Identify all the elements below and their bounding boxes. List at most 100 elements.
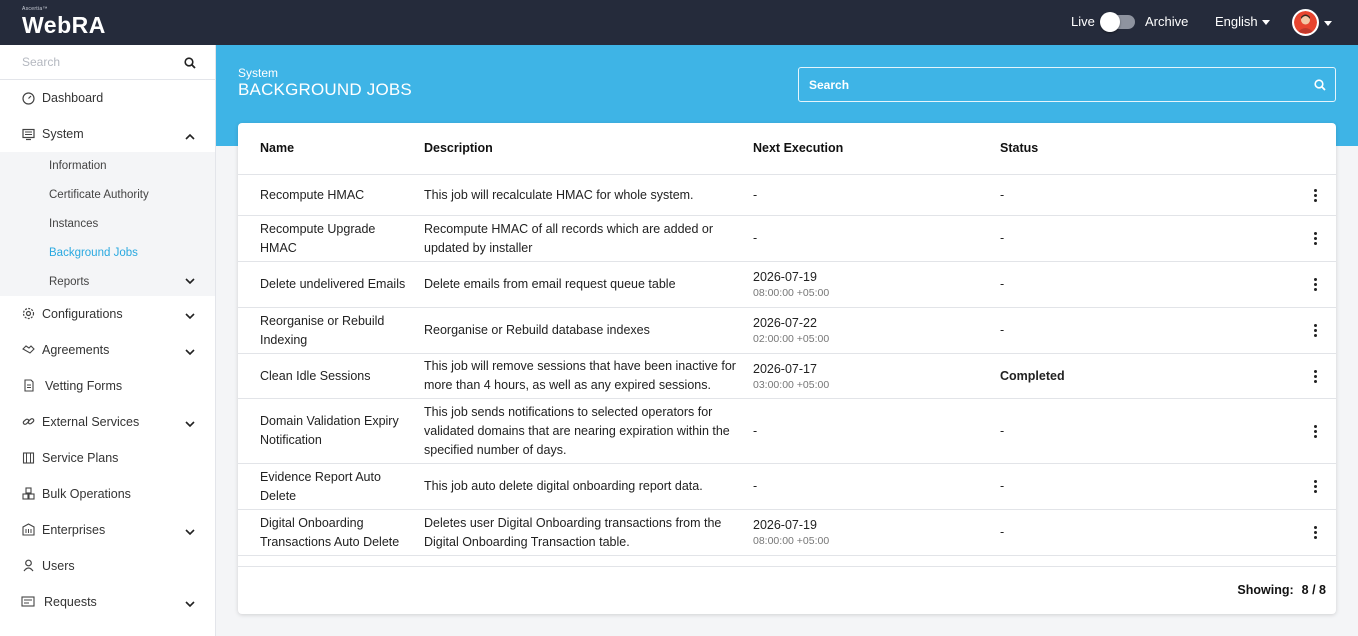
column-header-description[interactable]: Description [424, 141, 493, 155]
handshake-icon [21, 343, 35, 357]
live-archive-toggle[interactable] [1100, 12, 1135, 32]
sidebar-subitem-label: Certificate Authority [49, 189, 149, 202]
sidebar-item-label: Agreements [42, 342, 110, 357]
link-icon [21, 415, 35, 429]
next-execution: - [753, 216, 983, 261]
chevron-down-icon [185, 417, 195, 431]
job-name: Domain Validation Expiry Notification [260, 414, 399, 447]
job-name: Recompute HMAC [260, 187, 365, 202]
showing-count: 8 / 8 [1301, 583, 1326, 597]
chevron-down-icon [185, 345, 195, 359]
sidebar-subitem-label: Reports [49, 275, 90, 288]
row-actions-menu-icon[interactable] [1311, 354, 1319, 398]
sidebar-item-agreements[interactable]: Agreements [0, 332, 215, 368]
sidebar-subitem-label: Information [49, 160, 107, 173]
sidebar-subitem-label: Instances [49, 217, 99, 230]
row-actions-menu-icon[interactable] [1311, 175, 1319, 215]
breadcrumb[interactable]: System [238, 66, 278, 80]
system-icon [21, 127, 35, 141]
next-execution-date: 2026-07-22 [753, 316, 817, 330]
bulk-icon [21, 487, 35, 501]
sidebar-item-label: Configurations [42, 306, 123, 321]
job-description: Reorganise or Rebuild database indexes [424, 323, 650, 337]
table-row[interactable]: Evidence Report Auto Delete This job aut… [238, 464, 1336, 510]
sidebar-item-configurations[interactable]: Configurations [0, 296, 215, 332]
table-row[interactable]: Clean Idle Sessions This job will remove… [238, 354, 1336, 399]
job-name: Delete undelivered Emails [260, 277, 406, 291]
sidebar-subitem-reports[interactable]: Reports [0, 267, 215, 296]
sidebar-item-label: Enterprises [42, 522, 106, 537]
column-header-status[interactable]: Status [1000, 141, 1038, 155]
building-icon [21, 523, 35, 537]
sidebar-search-input[interactable] [0, 45, 170, 79]
system-submenu: Information Certificate Authority Instan… [0, 152, 215, 296]
row-actions-menu-icon[interactable] [1311, 464, 1319, 509]
search-input[interactable] [799, 68, 1289, 101]
sidebar-item-label: Bulk Operations [42, 486, 131, 501]
sidebar-item-label: System [42, 127, 84, 141]
page-title: BACKGROUND JOBS [238, 80, 412, 99]
sidebar-item-label: Dashboard [42, 91, 104, 105]
row-actions-menu-icon[interactable] [1311, 262, 1319, 307]
next-execution-date: - [753, 479, 758, 493]
search-icon[interactable] [1314, 78, 1326, 96]
table-header: Name Description Next Execution Status [238, 123, 1336, 175]
chevron-down-icon [185, 525, 195, 539]
archive-label: Archive [1145, 14, 1189, 29]
sidebar-item-service-plans[interactable]: Service Plans [0, 440, 215, 476]
chevron-down-icon [1261, 20, 1270, 25]
job-name: Recompute Upgrade HMAC [260, 221, 376, 255]
column-header-name[interactable]: Name [260, 141, 294, 155]
sidebar-item-label: External Services [42, 414, 140, 429]
sidebar-subitem-information[interactable]: Information [0, 152, 215, 181]
job-status: - [1000, 231, 1005, 245]
job-status: - [1000, 323, 1005, 337]
table-row[interactable]: Digital Onboarding Transactions Auto Del… [238, 510, 1336, 556]
main-content: System BACKGROUND JOBS Name Description … [216, 45, 1358, 636]
sidebar-subitem-certificate-authority[interactable]: Certificate Authority [0, 181, 215, 210]
next-execution-date: - [753, 231, 758, 245]
table-footer: Showing: 8 / 8 [238, 566, 1336, 614]
table-row[interactable]: Domain Validation Expiry Notification Th… [238, 399, 1336, 464]
sidebar-item-vetting-forms[interactable]: Vetting Forms [0, 368, 215, 404]
next-execution-time: 03:00:00 +05:00 [753, 378, 830, 391]
avatar[interactable] [1292, 9, 1319, 36]
row-actions-menu-icon[interactable] [1311, 216, 1319, 261]
job-status: - [1000, 423, 1005, 438]
table-row[interactable]: Delete undelivered Emails Delete emails … [238, 262, 1336, 308]
user-menu-chevron-icon[interactable] [1324, 21, 1332, 26]
app-logo[interactable]: Ascertia™ WebRA [22, 6, 106, 38]
next-execution: 2026-07-19 08:00:00 +05:00 [753, 510, 983, 555]
column-header-next-execution[interactable]: Next Execution [753, 141, 843, 155]
job-name: Clean Idle Sessions [260, 368, 371, 383]
showing-label: Showing: [1237, 583, 1294, 597]
sidebar-subitem-instances[interactable]: Instances [0, 210, 215, 239]
logo-name: WebRA [22, 12, 106, 38]
row-actions-menu-icon[interactable] [1311, 308, 1319, 353]
next-execution-date: 2026-07-19 [753, 518, 817, 532]
live-label: Live [1071, 14, 1095, 29]
row-actions-menu-icon[interactable] [1311, 399, 1319, 463]
sidebar-item-label: Requests [44, 594, 97, 609]
sidebar-item-system[interactable]: System [0, 116, 215, 152]
language-selector[interactable]: English [1215, 14, 1270, 29]
sidebar-item-dashboard[interactable]: Dashboard [0, 80, 215, 116]
search-icon[interactable] [184, 56, 196, 74]
sidebar-item-label: Vetting Forms [45, 378, 123, 393]
sidebar: Dashboard System Information Certificate… [0, 45, 216, 636]
sidebar-item-external-services[interactable]: External Services [0, 404, 215, 440]
sidebar-item-users[interactable]: Users [0, 548, 215, 584]
sidebar-item-bulk-operations[interactable]: Bulk Operations [0, 476, 215, 512]
chevron-down-icon [185, 276, 195, 288]
table-row[interactable]: Reorganise or Rebuild Indexing Reorganis… [238, 308, 1336, 354]
sidebar-subitem-background-jobs[interactable]: Background Jobs [0, 238, 215, 267]
job-description: This job sends notifications to selected… [424, 404, 730, 457]
sidebar-item-enterprises[interactable]: Enterprises [0, 512, 215, 548]
next-execution-date: 2026-07-19 [753, 270, 817, 284]
table-row[interactable]: Recompute Upgrade HMAC Recompute HMAC of… [238, 216, 1336, 262]
table-row[interactable]: Recompute HMAC This job will recalculate… [238, 175, 1336, 216]
dashboard-icon [21, 91, 35, 105]
next-execution: 2026-07-17 03:00:00 +05:00 [753, 354, 983, 398]
row-actions-menu-icon[interactable] [1311, 510, 1319, 555]
sidebar-item-requests[interactable]: Requests [0, 584, 215, 620]
